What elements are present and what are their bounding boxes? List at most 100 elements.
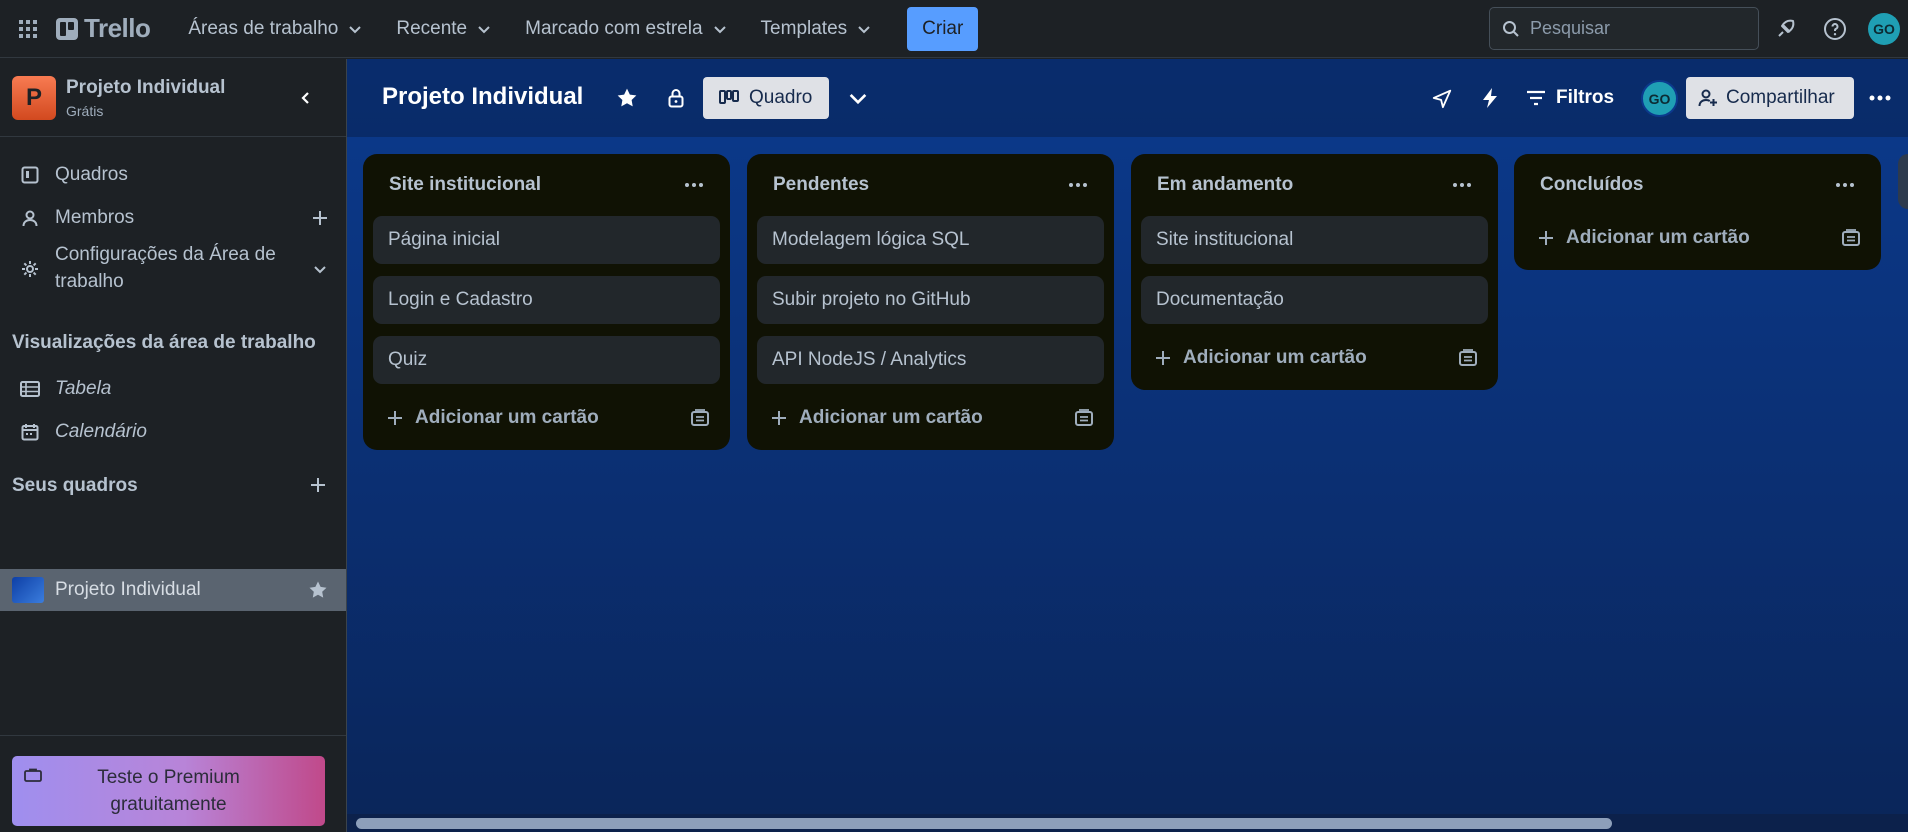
search-input[interactable]: Pesquisar bbox=[1489, 7, 1759, 50]
premium-trial-button[interactable]: Teste o Premium gratuitamente bbox=[12, 756, 325, 826]
card[interactable]: Site institucional bbox=[1141, 216, 1488, 264]
card[interactable]: Quiz bbox=[373, 336, 720, 384]
list-site-institucional: Site institucional Página inicial Login … bbox=[363, 154, 730, 450]
list-title: Site institucional bbox=[389, 174, 542, 195]
board-view-button[interactable]: Quadro bbox=[703, 77, 829, 119]
board-header: Projeto Individual Quadro Filtros GO Com… bbox=[347, 59, 1908, 137]
list-header[interactable]: Concluídos bbox=[1524, 154, 1871, 216]
list-concluidos: Concluídos Adicionar um cartão bbox=[1514, 154, 1881, 270]
app-switcher-icon[interactable] bbox=[6, 0, 50, 58]
list-title: Pendentes bbox=[773, 174, 870, 195]
add-card-label: Adicionar um cartão bbox=[415, 407, 599, 428]
list-header[interactable]: Pendentes bbox=[757, 154, 1104, 216]
board-view-icon bbox=[719, 90, 739, 104]
list-header[interactable]: Site institucional bbox=[373, 154, 720, 216]
collapse-sidebar-icon[interactable] bbox=[292, 84, 320, 112]
add-card-label: Adicionar um cartão bbox=[1566, 227, 1750, 248]
add-card-button[interactable]: Adicionar um cartão bbox=[373, 396, 720, 440]
list-menu-icon[interactable] bbox=[680, 173, 708, 197]
sidebar-item-label: Configurações da Área de trabalho bbox=[55, 244, 276, 292]
star-icon[interactable] bbox=[612, 83, 642, 113]
trello-logo[interactable]: Trello bbox=[56, 13, 151, 44]
notifications-icon[interactable] bbox=[1771, 14, 1801, 44]
sidebar-item-table[interactable]: Tabela bbox=[0, 368, 346, 410]
filters-label: Filtros bbox=[1556, 87, 1615, 108]
star-icon[interactable] bbox=[306, 578, 330, 602]
nav-workspaces[interactable]: Áreas de trabalho bbox=[172, 9, 380, 49]
plus-icon bbox=[1539, 231, 1553, 245]
workspace-plan: Grátis bbox=[66, 102, 104, 119]
board-view-label: Quadro bbox=[749, 87, 813, 108]
plus-icon bbox=[388, 411, 402, 425]
create-button[interactable]: Criar bbox=[907, 6, 979, 51]
automation-icon[interactable] bbox=[1475, 83, 1505, 113]
nav-starred-label: Marcado com estrela bbox=[525, 17, 703, 39]
plus-icon bbox=[1156, 351, 1170, 365]
list-title: Concluídos bbox=[1540, 174, 1644, 195]
sidebar-item-members[interactable]: Membros bbox=[0, 197, 346, 239]
chevron-down-icon[interactable] bbox=[843, 83, 873, 113]
workspace-logo: P bbox=[12, 75, 56, 120]
nav-recent[interactable]: Recente bbox=[380, 9, 509, 49]
power-ups-icon[interactable] bbox=[1427, 83, 1457, 113]
sidebar: P Projeto Individual Grátis Quadros Memb… bbox=[0, 59, 347, 832]
trello-logo-icon bbox=[56, 17, 78, 40]
add-member-icon[interactable] bbox=[308, 206, 332, 230]
card-template-icon[interactable] bbox=[1458, 348, 1478, 368]
search-icon bbox=[1503, 20, 1519, 37]
board-icon bbox=[20, 165, 40, 185]
card[interactable]: API NodeJS / Analytics bbox=[757, 336, 1104, 384]
sidebar-board-label: Projeto Individual bbox=[55, 579, 201, 600]
board-title[interactable]: Projeto Individual bbox=[382, 83, 583, 111]
add-card-button[interactable]: Adicionar um cartão bbox=[757, 396, 1104, 440]
list-menu-icon[interactable] bbox=[1064, 173, 1092, 197]
share-button[interactable]: Compartilhar bbox=[1686, 77, 1854, 119]
calendar-icon bbox=[20, 422, 40, 442]
list-title: Em andamento bbox=[1157, 174, 1294, 195]
card-template-icon[interactable] bbox=[1074, 408, 1094, 428]
workspace-name: Projeto Individual bbox=[66, 76, 226, 98]
workspace-views-title: Visualizações da área de trabalho bbox=[12, 332, 316, 353]
add-card-button[interactable]: Adicionar um cartão bbox=[1141, 336, 1488, 380]
sidebar-board-item[interactable]: Projeto Individual bbox=[0, 569, 346, 611]
sidebar-item-boards[interactable]: Quadros bbox=[0, 154, 346, 196]
list-menu-icon[interactable] bbox=[1831, 173, 1859, 197]
user-avatar[interactable]: GO bbox=[1868, 13, 1900, 45]
gear-icon bbox=[20, 259, 40, 279]
add-card-button[interactable]: Adicionar um cartão bbox=[1524, 216, 1871, 260]
add-card-label: Adicionar um cartão bbox=[1183, 347, 1367, 368]
nav-templates[interactable]: Templates bbox=[745, 9, 890, 49]
nav-workspaces-label: Áreas de trabalho bbox=[188, 17, 339, 39]
card[interactable]: Página inicial bbox=[373, 216, 720, 264]
sidebar-item-calendar[interactable]: Calendário bbox=[0, 411, 346, 453]
board-member-avatar[interactable]: GO bbox=[1641, 80, 1678, 117]
add-list-button[interactable] bbox=[1898, 154, 1908, 209]
card[interactable]: Login e Cadastro bbox=[373, 276, 720, 324]
sidebar-item-label: Membros bbox=[55, 207, 135, 228]
filter-icon bbox=[1527, 90, 1545, 106]
card[interactable]: Subir projeto no GitHub bbox=[757, 276, 1104, 324]
chevron-down-icon[interactable] bbox=[308, 257, 332, 281]
list-pendentes: Pendentes Modelagem lógica SQL Subir pro… bbox=[747, 154, 1114, 450]
list-header[interactable]: Em andamento bbox=[1141, 154, 1488, 216]
sidebar-item-label: Tabela bbox=[55, 378, 112, 399]
add-person-icon bbox=[1698, 89, 1717, 107]
card-template-icon[interactable] bbox=[1841, 228, 1861, 248]
filters-button[interactable]: Filtros bbox=[1526, 77, 1614, 119]
sidebar-item-settings[interactable]: Configurações da Área de trabalho bbox=[0, 241, 346, 297]
lock-icon[interactable] bbox=[661, 83, 691, 113]
card[interactable]: Modelagem lógica SQL bbox=[757, 216, 1104, 264]
scrollbar-thumb[interactable] bbox=[356, 818, 1612, 829]
share-label: Compartilhar bbox=[1726, 87, 1835, 108]
horizontal-scrollbar[interactable] bbox=[347, 814, 1908, 832]
card-template-icon[interactable] bbox=[690, 408, 710, 428]
more-options-icon[interactable] bbox=[1865, 83, 1895, 113]
nav-templates-label: Templates bbox=[760, 17, 848, 39]
list-menu-icon[interactable] bbox=[1448, 173, 1476, 197]
sidebar-divider bbox=[0, 735, 346, 736]
nav-starred[interactable]: Marcado com estrela bbox=[509, 9, 744, 49]
workspace-header: P Projeto Individual Grátis bbox=[0, 59, 346, 137]
help-icon[interactable] bbox=[1820, 14, 1850, 44]
card[interactable]: Documentação bbox=[1141, 276, 1488, 324]
add-board-icon[interactable] bbox=[306, 473, 330, 497]
